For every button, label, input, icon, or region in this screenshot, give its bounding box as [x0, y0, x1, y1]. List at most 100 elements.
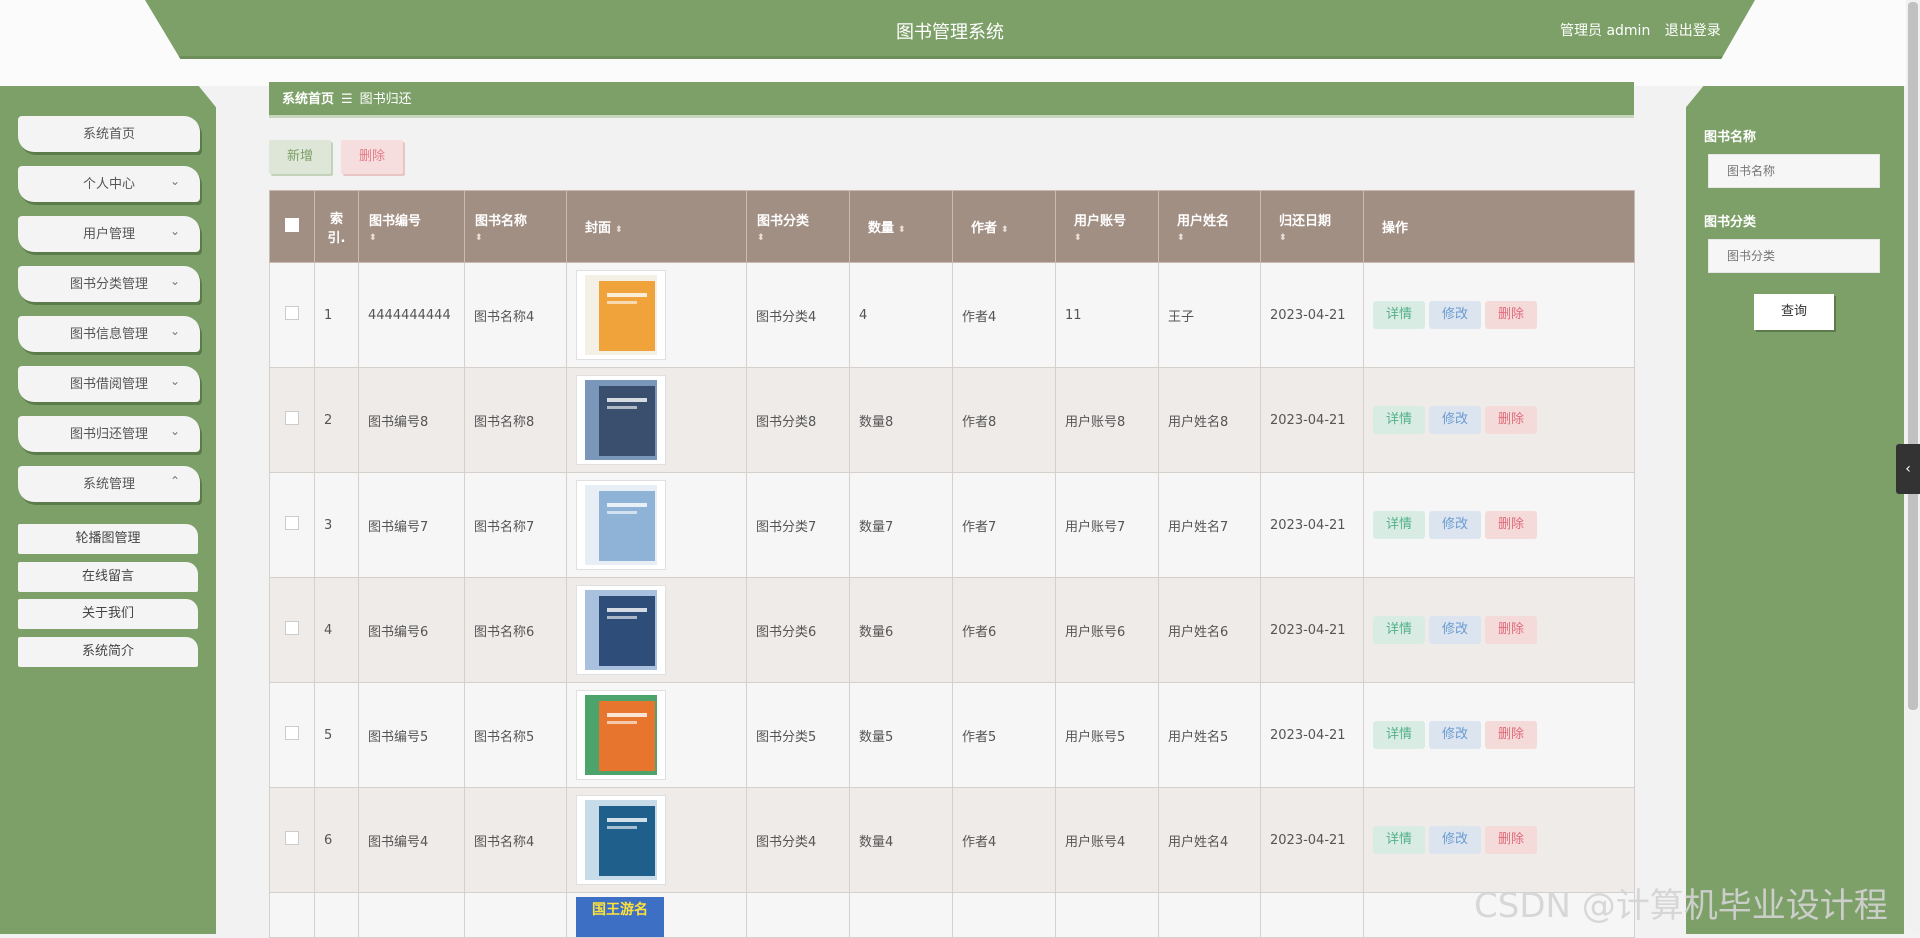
row-detail-button[interactable]: 详情 — [1373, 616, 1425, 644]
cell-text: 用户姓名4 — [1168, 834, 1229, 850]
row-delete-button[interactable]: 删除 — [1485, 406, 1537, 434]
row-delete-button[interactable]: 删除 — [1485, 511, 1537, 539]
cell-text: 图书分类5 — [756, 729, 817, 745]
sort-icon[interactable]: ⬍ — [1177, 233, 1250, 243]
cell-text: 1 — [324, 307, 333, 323]
sidebar-subitem-intro[interactable]: 系统简介 — [18, 637, 198, 667]
sort-icon[interactable]: ⬍ — [757, 233, 839, 243]
header-quantity[interactable]: 数量 ⬍ — [849, 190, 953, 263]
breadcrumb-home[interactable]: 系统首页 — [282, 92, 334, 107]
header-return-date[interactable]: 归还日期 ⬍ — [1260, 190, 1364, 263]
table-cell: 作者4 — [952, 262, 1056, 368]
cell-text: 用户姓名6 — [1168, 624, 1229, 640]
batch-delete-button[interactable]: 删除 — [341, 140, 403, 174]
chevron-left-icon[interactable]: ‹ — [1896, 444, 1920, 494]
page-scrollbar-thumb[interactable] — [1908, 2, 1918, 710]
sort-icon[interactable]: ⬍ — [1001, 225, 1009, 235]
header-account[interactable]: 用户账号 ⬍ — [1055, 190, 1159, 263]
row-detail-button[interactable]: 详情 — [1373, 301, 1425, 329]
add-button[interactable]: 新增 — [269, 140, 331, 174]
header-label: 封面 — [585, 221, 612, 236]
sort-icon[interactable]: ⬍ — [369, 233, 454, 243]
row-delete-button[interactable]: 删除 — [1485, 301, 1537, 329]
row-detail-button[interactable]: 详情 — [1373, 721, 1425, 749]
header-username[interactable]: 用户姓名 ⬍ — [1158, 190, 1261, 263]
table-cell: 6 — [314, 787, 359, 893]
header-label: 图书分类 — [757, 214, 810, 229]
row-detail-button[interactable]: 详情 — [1373, 826, 1425, 854]
table-cell: 图书分类6 — [746, 577, 850, 683]
sidebar-item-label: 图书信息管理 — [69, 327, 148, 342]
sidebar-item-book-return[interactable]: 图书归还管理 ⌄ — [18, 416, 200, 452]
sidebar-item-home[interactable]: 系统首页 — [18, 116, 200, 152]
select-all-checkbox[interactable] — [285, 217, 299, 232]
row-delete-button[interactable]: 删除 — [1485, 616, 1537, 644]
sidebar-subitem-about[interactable]: 关于我们 — [18, 599, 198, 629]
sort-icon[interactable]: ⬍ — [1279, 233, 1353, 243]
header-label: 索 — [329, 211, 343, 227]
table-cell: 图书编号4 — [358, 787, 465, 893]
sort-icon[interactable]: ⬍ — [475, 233, 556, 243]
book-cover-image — [576, 690, 666, 780]
cell-text: 图书名称6 — [474, 624, 535, 640]
book-category-search-input[interactable] — [1708, 239, 1880, 273]
cell-text: 2023-04-21 — [1270, 412, 1346, 428]
header-cover[interactable]: 封面 ⬍ — [566, 190, 747, 263]
sidebar-item-users[interactable]: 用户管理 ⌄ — [18, 216, 200, 252]
header-book-no[interactable]: 图书编号 ⬍ — [358, 190, 465, 263]
sidebar-item-book-category[interactable]: 图书分类管理 ⌄ — [18, 266, 200, 302]
row-delete-button[interactable]: 删除 — [1485, 826, 1537, 854]
row-checkbox[interactable] — [285, 831, 299, 845]
cell-text: 图书名称7 — [474, 519, 535, 535]
table-cell — [464, 892, 567, 938]
row-checkbox[interactable] — [285, 726, 299, 740]
search-button[interactable]: 查询 — [1754, 294, 1834, 330]
row-checkbox[interactable] — [285, 411, 299, 425]
cell-text: 作者8 — [962, 414, 997, 430]
sidebar-item-book-borrow[interactable]: 图书借阅管理 ⌄ — [18, 366, 200, 402]
row-detail-button[interactable]: 详情 — [1373, 511, 1425, 539]
watermark: CSDN @计算机毕业设计程 — [1474, 886, 1888, 926]
cell-text: 4 — [324, 622, 333, 638]
sort-icon[interactable]: ⬍ — [1074, 233, 1148, 243]
sort-icon[interactable]: ⬍ — [615, 225, 623, 235]
row-edit-button[interactable]: 修改 — [1429, 826, 1481, 854]
row-edit-button[interactable]: 修改 — [1429, 301, 1481, 329]
table-cell: 作者7 — [952, 472, 1056, 578]
logout-link[interactable]: 退出登录 — [1665, 23, 1721, 39]
sort-icon[interactable]: ⬍ — [898, 225, 906, 235]
table-cell: 数量5 — [849, 682, 953, 788]
row-checkbox[interactable] — [285, 516, 299, 530]
table-cell — [566, 262, 747, 368]
row-edit-button[interactable]: 修改 — [1429, 721, 1481, 749]
header-author[interactable]: 作者 ⬍ — [952, 190, 1056, 263]
app-header: 图书管理系统 — [145, 0, 1755, 59]
cell-text: 图书分类6 — [756, 624, 817, 640]
cell-text: 作者4 — [962, 309, 997, 325]
header-book-name[interactable]: 图书名称 ⬍ — [464, 190, 567, 263]
table-cell — [952, 892, 1056, 938]
sidebar-item-profile[interactable]: 个人中心 ⌄ — [18, 166, 200, 202]
header-category[interactable]: 图书分类 ⬍ — [746, 190, 850, 263]
book-return-table: 索引. 图书编号 ⬍ 图书名称 ⬍ 封面 ⬍ 图书分类 ⬍ 数量 ⬍ 作者 ⬍ 用户账号 ⬍ … — [269, 190, 1635, 938]
sidebar-item-label: 个人中心 — [82, 177, 135, 192]
row-edit-button[interactable]: 修改 — [1429, 511, 1481, 539]
row-checkbox[interactable] — [285, 621, 299, 635]
cell-text: 2023-04-21 — [1270, 832, 1346, 848]
row-delete-button[interactable]: 删除 — [1485, 721, 1537, 749]
sidebar-item-label: 系统管理 — [82, 477, 135, 492]
sidebar-subitem-carousel[interactable]: 轮播图管理 — [18, 524, 198, 554]
sidebar-item-book-info[interactable]: 图书信息管理 ⌄ — [18, 316, 200, 352]
cell-text: 数量6 — [859, 624, 894, 640]
row-edit-button[interactable]: 修改 — [1429, 616, 1481, 644]
row-detail-button[interactable]: 详情 — [1373, 406, 1425, 434]
sidebar-item-system[interactable]: 系统管理 ⌃ — [18, 466, 200, 502]
row-edit-button[interactable]: 修改 — [1429, 406, 1481, 434]
cell-text: 作者7 — [962, 519, 997, 535]
header-label: 数量 — [868, 221, 895, 236]
table-cell: 图书名称5 — [464, 682, 567, 788]
book-cover-image: 国王游名 — [576, 897, 664, 937]
row-checkbox[interactable] — [285, 306, 299, 320]
sidebar-subitem-messages[interactable]: 在线留言 — [18, 562, 198, 592]
book-name-search-input[interactable] — [1708, 154, 1880, 188]
